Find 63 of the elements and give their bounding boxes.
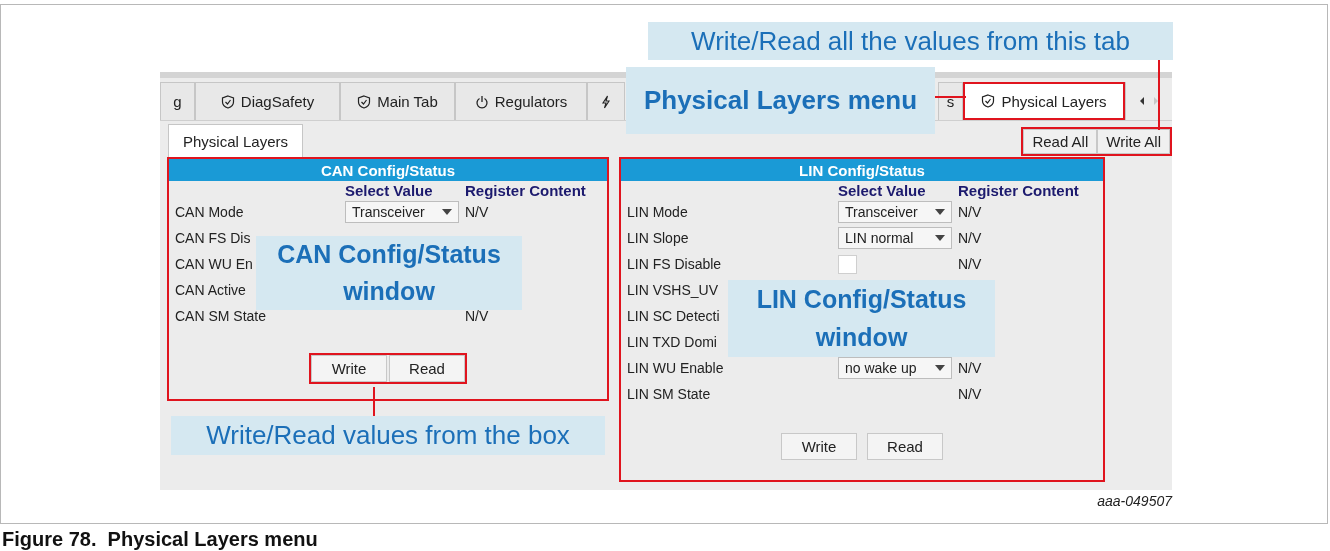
field-label: LIN WU Enable (627, 360, 724, 376)
panel-button[interactable]: Write (311, 355, 387, 382)
field-label: CAN SM State (175, 308, 267, 324)
tab[interactable]: Regulators (455, 82, 587, 120)
column-heading: Register Content (958, 181, 1079, 199)
tab[interactable]: Physical Layers (168, 124, 303, 157)
register-value: N/V (958, 256, 982, 272)
caret-icon (935, 365, 945, 371)
register-value: N/V (465, 204, 489, 220)
tab[interactable]: s (938, 82, 963, 120)
panel-title: CAN Config/Status (169, 159, 607, 181)
scroll-right-icon[interactable] (1151, 95, 1160, 107)
register-value: N/V (958, 360, 982, 376)
callout-label: CAN Config/Status window (256, 236, 522, 310)
register-value: N/V (958, 386, 982, 402)
toolbar-button[interactable]: Read All (1023, 129, 1098, 154)
field-label: LIN VSHS_UV (627, 282, 719, 298)
field-label: CAN WU En (175, 256, 253, 272)
leader-line (935, 96, 966, 98)
shield-icon (981, 94, 996, 108)
tab[interactable]: Main Tab (340, 82, 455, 120)
panel-button[interactable]: Write (781, 433, 857, 460)
register-value: N/V (958, 204, 982, 220)
caret-icon (935, 209, 945, 215)
shield-icon (220, 94, 235, 109)
field-label: LIN SM State (627, 386, 711, 402)
tab[interactable] (587, 82, 625, 120)
dropdown[interactable]: Transceiver (838, 201, 952, 223)
callout-label: LIN Config/Status window (728, 280, 995, 357)
column-heading: Register Content (465, 181, 586, 199)
field-label: LIN Mode (627, 204, 688, 220)
power-icon (474, 94, 489, 109)
figure-caption: Figure 78. Physical Layers menu (1, 528, 319, 551)
tab[interactable]: Physical Layers (963, 82, 1125, 120)
dropdown[interactable]: no wake up (838, 357, 952, 379)
caret-icon (935, 235, 945, 241)
caret-icon (442, 209, 452, 215)
column-heading: Select Value (345, 181, 434, 199)
tab[interactable]: g (160, 82, 195, 120)
field-label: LIN SC Detecti (627, 308, 720, 324)
register-value: N/V (958, 230, 982, 246)
checkbox[interactable] (838, 254, 857, 274)
field-label: CAN FS Dis (175, 230, 251, 246)
field-label: CAN Mode (175, 204, 244, 220)
tab[interactable]: DiagSafety (195, 82, 340, 120)
lightning-icon (599, 94, 613, 109)
panel-title: LIN Config/Status (621, 159, 1103, 181)
shield-icon (357, 94, 372, 109)
register-value: N/V (465, 308, 489, 324)
callout-label: Write/Read values from the box (171, 416, 605, 455)
field-label: CAN Active (175, 282, 246, 298)
panel-button[interactable]: Read (867, 433, 943, 460)
dropdown[interactable]: Transceiver (345, 201, 459, 223)
figure-id: aaa-049507 (1096, 493, 1172, 509)
dropdown[interactable]: LIN normal (838, 227, 952, 249)
field-label: LIN Slope (627, 230, 689, 246)
callout-label: Write/Read all the values from this tab (648, 22, 1173, 60)
field-label: LIN FS Disable (627, 256, 722, 272)
callout-label: Physical Layers menu (626, 67, 935, 134)
toolbar-button[interactable]: Write All (1097, 129, 1170, 154)
panel-button[interactable]: Read (389, 355, 465, 382)
column-heading: Select Value (838, 181, 927, 199)
field-label: LIN TXD Domi (627, 334, 717, 350)
